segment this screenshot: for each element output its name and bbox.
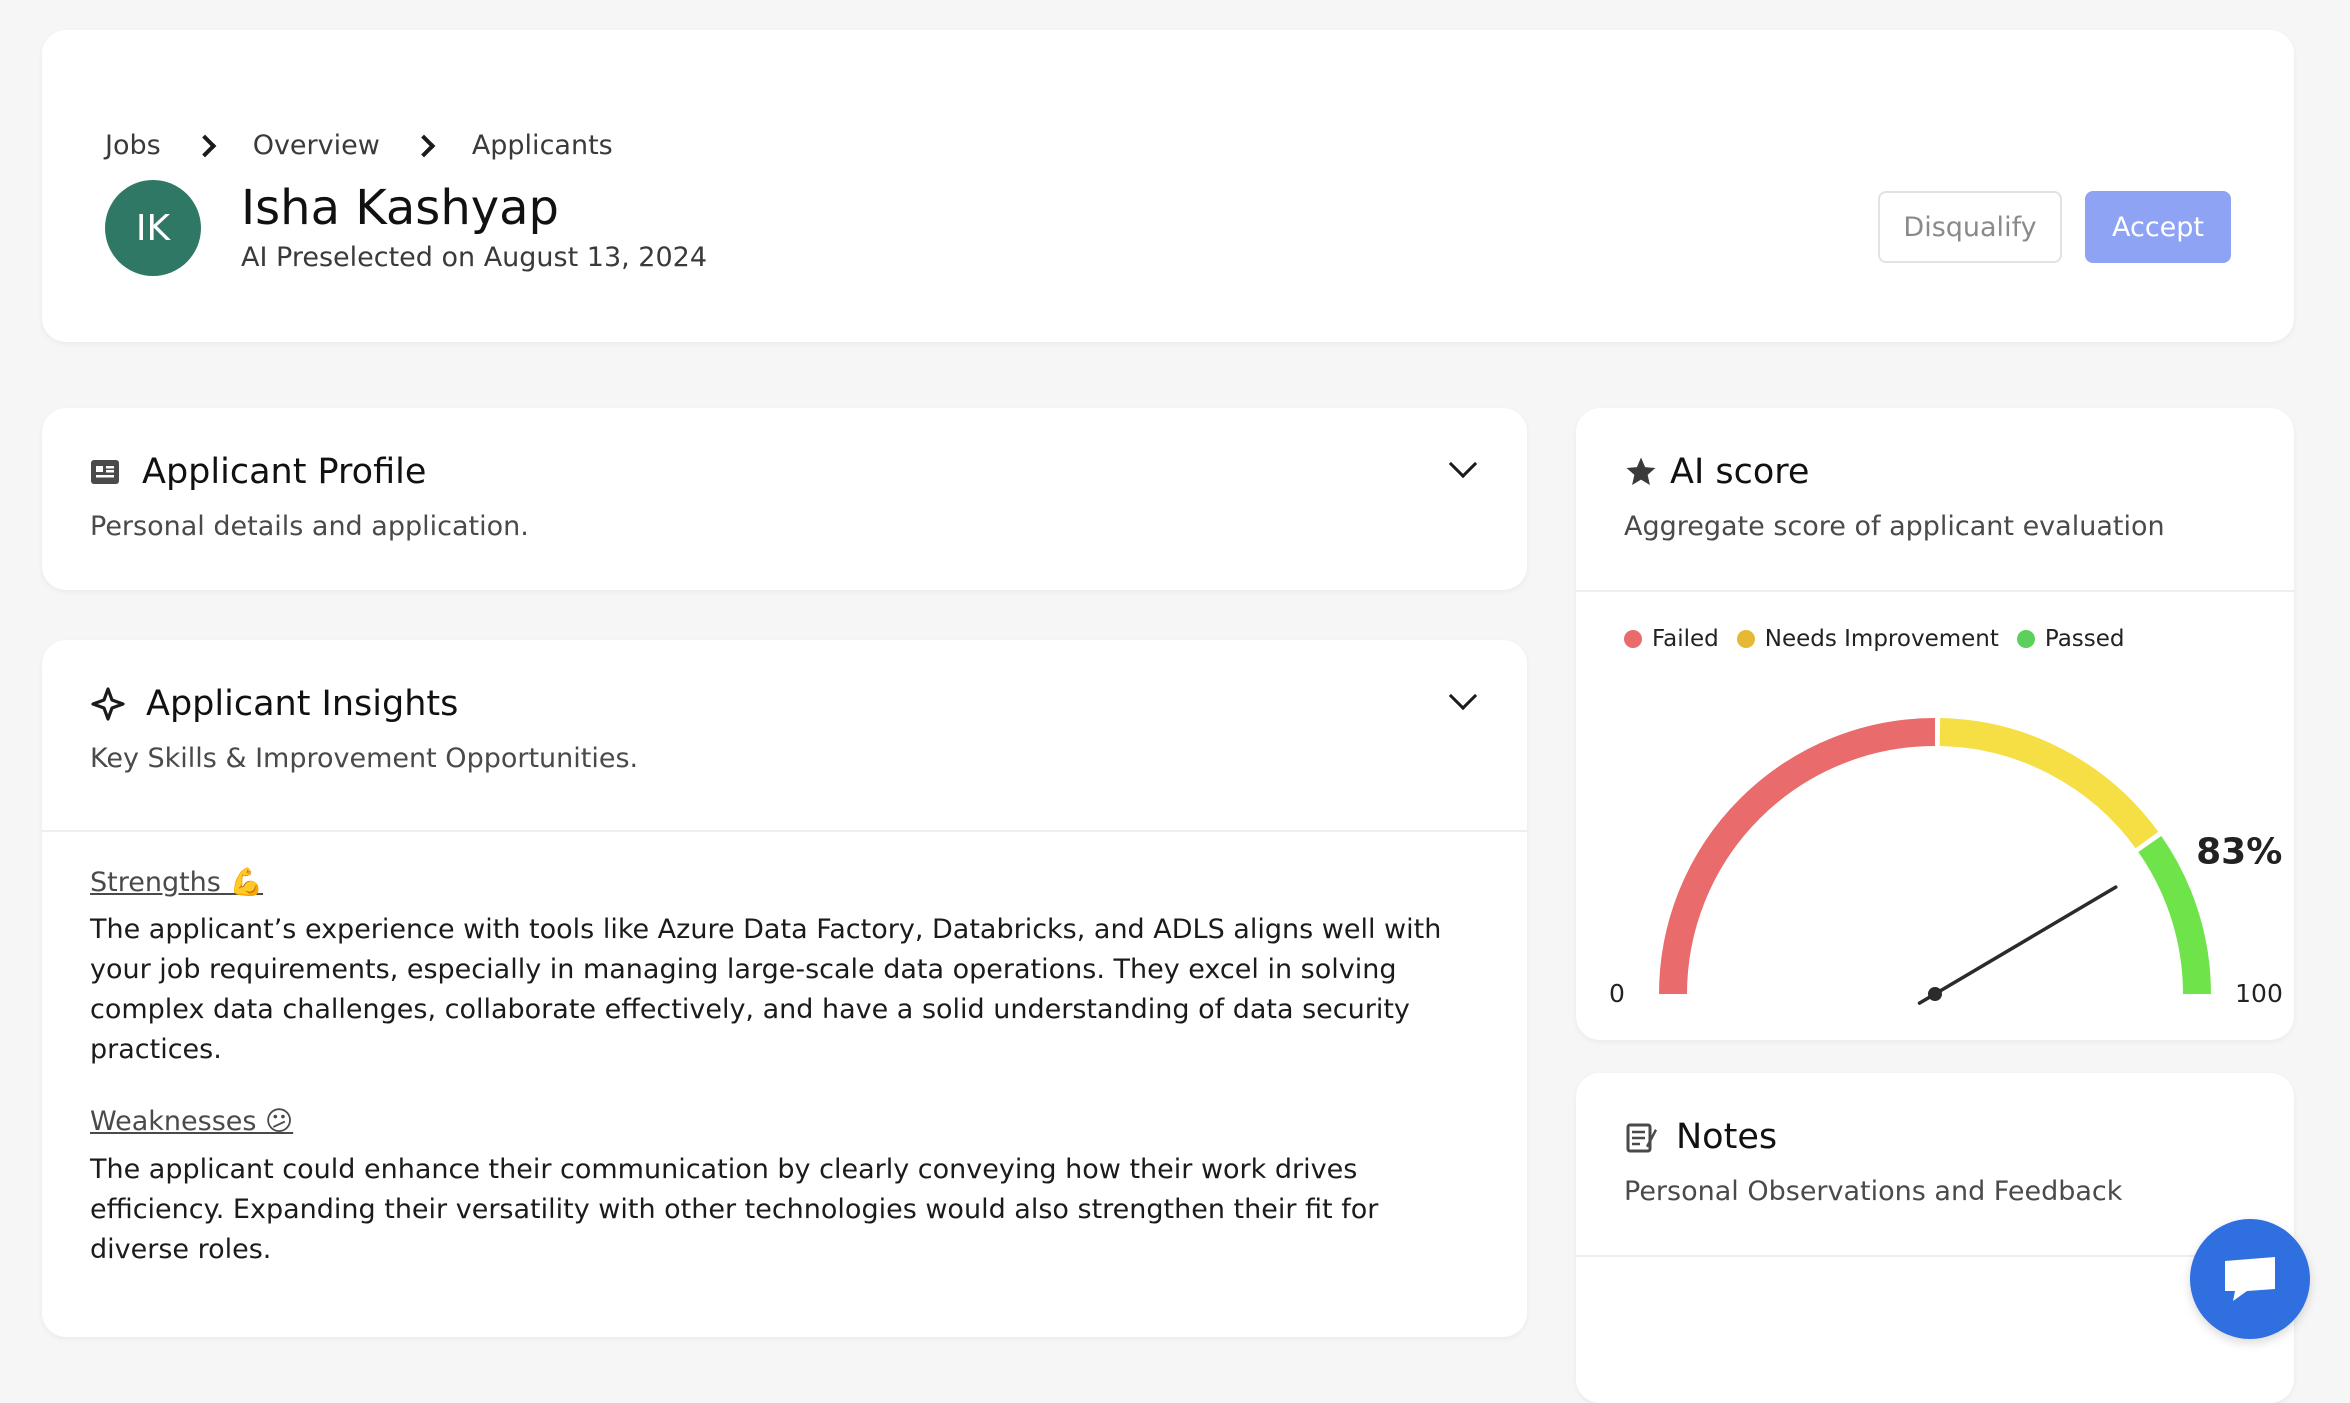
gauge-max-label: 100 [2235, 979, 2283, 1008]
breadcrumb-applicants[interactable]: Applicants [472, 130, 613, 161]
chevron-right-icon [412, 134, 436, 157]
breadcrumb-jobs[interactable]: Jobs [105, 130, 161, 161]
notes-subtitle: Personal Observations and Feedback [1624, 1176, 2123, 1207]
gauge-hub [1928, 987, 1942, 1001]
chat-bubble-icon [2225, 1257, 2275, 1301]
gauge-band [1659, 718, 1936, 995]
applicant-profile-title: Applicant Profile [142, 452, 427, 492]
chevron-down-icon[interactable] [1448, 681, 1478, 711]
divider [1576, 1255, 2294, 1257]
strengths-heading: Strengths 💪 [90, 867, 264, 898]
applicant-name: Isha Kashyap [241, 180, 560, 236]
applicant-insights-card: Applicant Insights Key Skills & Improvem… [42, 640, 1527, 1337]
applicant-insights-header: Applicant Insights [90, 684, 458, 724]
breadcrumb: Jobs Overview Applicants [105, 130, 613, 161]
applicant-profile-subtitle: Personal details and application. [90, 511, 529, 542]
divider [42, 830, 1527, 832]
id-card-icon [91, 460, 119, 484]
accept-button[interactable]: Accept [2085, 191, 2231, 263]
gauge-needle [1917, 885, 2118, 1005]
sparkle-icon [91, 687, 125, 721]
ai-score-card: AI score Aggregate score of applicant ev… [1576, 408, 2294, 1040]
disqualify-button[interactable]: Disqualify [1878, 191, 2062, 263]
chevron-right-icon [193, 134, 217, 157]
avatar: IK [105, 180, 201, 276]
applicant-profile-card[interactable]: Applicant Profile Personal details and a… [42, 408, 1527, 590]
breadcrumb-overview[interactable]: Overview [253, 130, 380, 161]
applicant-profile-header: Applicant Profile [90, 452, 426, 492]
ai-score-gauge: 83% 0 100 [1609, 718, 2283, 1008]
applicant-insights-subtitle: Key Skills & Improvement Opportunities. [90, 743, 639, 774]
applicant-insights-title: Applicant Insights [146, 684, 459, 724]
applicant-header-card: Jobs Overview Applicants IK Isha Kashyap… [42, 30, 2294, 342]
gauge-band [1939, 718, 2159, 849]
chat-support-button[interactable] [2190, 1219, 2310, 1339]
gauge-min-label: 0 [1609, 979, 1625, 1008]
notepad-icon [1626, 1123, 1657, 1153]
weaknesses-text: The applicant could enhance their commun… [90, 1154, 1379, 1265]
applicant-preselected-date: AI Preselected on August 13, 2024 [241, 242, 708, 273]
gauge-value-label: 83% [2196, 831, 2282, 872]
strengths-text: The applicant’s experience with tools li… [90, 914, 1442, 1065]
notes-title: Notes [1676, 1117, 1778, 1157]
gauge-band [2138, 836, 2211, 995]
notes-header: Notes [1624, 1117, 1777, 1157]
notes-card: Notes Personal Observations and Feedback [1576, 1073, 2294, 1403]
chevron-down-icon[interactable] [1448, 449, 1478, 479]
weaknesses-heading: Weaknesses 😕 [90, 1106, 294, 1137]
